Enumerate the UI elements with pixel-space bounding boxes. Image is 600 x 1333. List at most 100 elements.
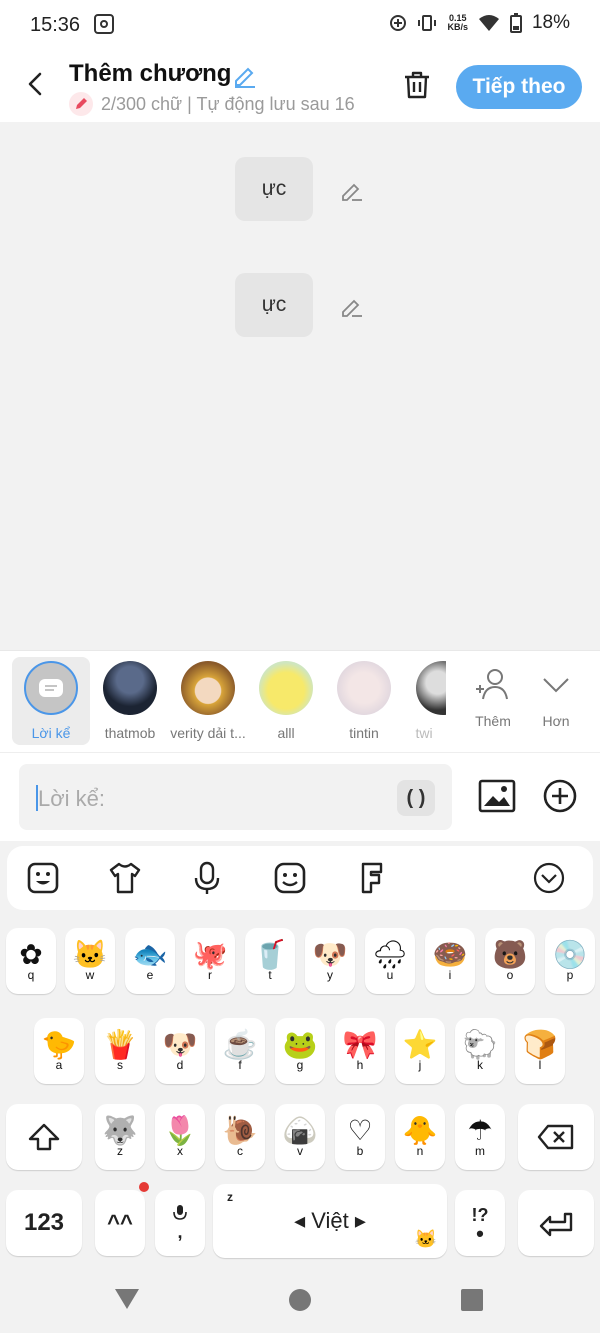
message-bubble[interactable]: ực xyxy=(235,157,313,221)
key-e[interactable]: 🐟 e xyxy=(125,928,175,994)
key-k[interactable]: 🐑 k xyxy=(455,1018,505,1084)
avatar xyxy=(416,661,446,715)
key-g[interactable]: 🐸 g xyxy=(275,1018,325,1084)
chevron-down-icon xyxy=(543,678,569,693)
collapse-keyboard-icon[interactable] xyxy=(531,860,567,896)
key-f[interactable]: ☕ f xyxy=(215,1018,265,1084)
character-twi[interactable]: twi xyxy=(402,657,446,741)
back-arrow-icon[interactable] xyxy=(22,70,50,98)
character-label: alll xyxy=(277,725,295,741)
message-bubble[interactable]: ực xyxy=(235,273,313,337)
composer: Lời kể: ( ) xyxy=(0,752,600,841)
key-w[interactable]: 🐱 w xyxy=(65,928,115,994)
add-circle-icon[interactable] xyxy=(543,779,577,813)
avatar xyxy=(103,661,157,715)
key-x[interactable]: 🌷 x xyxy=(155,1104,205,1170)
wifi-icon xyxy=(478,15,499,31)
sleeping-cat-icon: 🐱 xyxy=(414,1229,437,1249)
chapter-content: ực ực xyxy=(0,122,600,650)
key-l[interactable]: 🍞 l xyxy=(515,1018,565,1084)
key-u[interactable]: 🌧 u xyxy=(365,928,415,994)
key-d[interactable]: 🐶 d xyxy=(155,1018,205,1084)
key-m[interactable]: ☂ m xyxy=(455,1104,505,1170)
chat-bubble-icon xyxy=(39,679,63,697)
period-label: • xyxy=(476,1220,484,1246)
word-count-line: 2/300 chữ | Tự động lưu sau 16 xyxy=(69,92,355,116)
character-tintin[interactable]: tintin xyxy=(324,657,404,741)
key-j[interactable]: ⭐ j xyxy=(395,1018,445,1084)
shift-arrow-icon xyxy=(28,1123,60,1151)
character-verity[interactable]: verity dải t... xyxy=(168,657,248,741)
key-s[interactable]: 🍟 s xyxy=(95,1018,145,1084)
key-r[interactable]: 🐙 r xyxy=(185,928,235,994)
status-time: 15:36 xyxy=(30,14,81,36)
microphone-icon[interactable] xyxy=(189,860,225,896)
key-i[interactable]: 🍩 i xyxy=(425,928,475,994)
avatar xyxy=(181,661,235,715)
space-label: ◂ Việt ▸ xyxy=(294,1208,366,1233)
sticker-icon[interactable] xyxy=(25,860,61,896)
character-thatmob[interactable]: thatmob xyxy=(90,657,170,741)
next-button[interactable]: Tiếp theo xyxy=(456,65,582,109)
key-p[interactable]: 💿 p xyxy=(545,928,595,994)
recents-square-icon[interactable] xyxy=(460,1288,484,1312)
add-person-icon xyxy=(476,669,508,700)
punctuation-key[interactable]: !? • xyxy=(455,1190,505,1256)
emoticon-key[interactable]: ^^ xyxy=(95,1182,149,1256)
input-placeholder: Lời kể: xyxy=(38,786,106,811)
key-c[interactable]: 🐌 c xyxy=(215,1104,265,1170)
data-saver-icon xyxy=(390,15,407,31)
enter-icon xyxy=(539,1212,573,1237)
key-v[interactable]: 🍙 v xyxy=(275,1104,325,1170)
character-label: twi xyxy=(415,725,433,741)
gallery-notification-icon xyxy=(94,14,114,34)
key-q[interactable]: ✿ q xyxy=(6,928,56,994)
backspace-key[interactable] xyxy=(518,1104,594,1170)
theme-shirt-icon[interactable] xyxy=(107,860,143,896)
notification-dot xyxy=(139,1182,149,1192)
battery-level: 18% xyxy=(531,12,570,33)
edit-message-icon[interactable] xyxy=(340,178,364,202)
key-y[interactable]: 🐶 y xyxy=(305,928,355,994)
image-icon[interactable] xyxy=(478,779,516,813)
enter-key[interactable] xyxy=(518,1190,594,1256)
system-nav-bar xyxy=(0,1268,600,1333)
network-speed: 0.15 KB/s xyxy=(447,13,468,32)
key-n[interactable]: 🐥 n xyxy=(395,1104,445,1170)
back-triangle-icon[interactable] xyxy=(114,1288,140,1310)
edit-title-icon[interactable] xyxy=(232,62,258,88)
edit-message-icon[interactable] xyxy=(340,294,364,318)
shift-key[interactable] xyxy=(6,1104,82,1170)
mic-small-icon xyxy=(173,1204,187,1220)
avatar xyxy=(259,661,313,715)
emoji-icon[interactable] xyxy=(272,860,308,896)
parentheses-button[interactable]: ( ) xyxy=(397,780,435,816)
key-a[interactable]: 🐤 a xyxy=(34,1018,84,1084)
key-h[interactable]: 🎀 h xyxy=(335,1018,385,1084)
space-key[interactable]: ◂ Việt ▸ 🐱 z xyxy=(213,1184,447,1258)
page-title: Thêm chương xyxy=(69,60,232,87)
emoticon-label: ^^ xyxy=(107,1210,133,1235)
voice-comma-key[interactable]: , xyxy=(155,1190,205,1256)
numbers-key[interactable]: 123 xyxy=(6,1190,82,1256)
more-button[interactable]: Hơn xyxy=(516,657,596,729)
key-b[interactable]: ♡ b xyxy=(335,1104,385,1170)
key-z[interactable]: 🐺 z xyxy=(95,1104,145,1170)
character-label: tintin xyxy=(349,725,379,741)
more-label: Hơn xyxy=(542,713,570,729)
home-circle-icon[interactable] xyxy=(288,1288,312,1312)
vibrate-icon xyxy=(418,15,437,31)
character-narrator[interactable]: Lời kể xyxy=(12,657,90,745)
character-alll[interactable]: alll xyxy=(246,657,326,741)
narration-input[interactable]: Lời kể: ( ) xyxy=(19,764,452,830)
font-icon[interactable] xyxy=(354,860,390,896)
status-right: 0.15 KB/s 18% xyxy=(389,12,570,34)
numbers-label: 123 xyxy=(23,1209,65,1236)
avatar xyxy=(337,661,391,715)
editor-header: Thêm chương 2/300 chữ | Tự động lưu sau … xyxy=(0,52,600,122)
key-o[interactable]: 🐻 o xyxy=(485,928,535,994)
trash-icon[interactable] xyxy=(403,70,431,100)
character-label: verity dải t... xyxy=(170,725,246,741)
character-label: thatmob xyxy=(104,725,156,741)
key-t[interactable]: 🥤 t xyxy=(245,928,295,994)
